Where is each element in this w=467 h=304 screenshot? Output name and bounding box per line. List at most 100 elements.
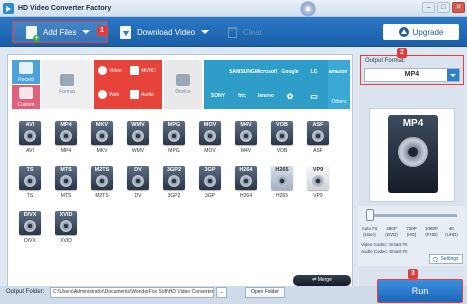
- format-option[interactable]: 3GP 3GP: [196, 166, 224, 200]
- format-option[interactable]: MP4 MP4: [52, 121, 80, 155]
- upgrade-button[interactable]: Upgrade: [383, 24, 459, 40]
- format-option[interactable]: TS TS: [16, 166, 44, 200]
- close-button[interactable]: ✕: [452, 2, 465, 13]
- brand-tv-icon[interactable]: ▭: [302, 88, 326, 104]
- film-reel-icon: [276, 130, 288, 142]
- output-format-select[interactable]: MP4: [364, 68, 460, 82]
- format-option[interactable]: XVID XVID: [52, 211, 80, 245]
- format-option[interactable]: H264 H264: [232, 166, 260, 200]
- browse-button[interactable]: ...: [216, 287, 227, 298]
- category-video-label: Video: [109, 67, 122, 74]
- brand-microsoft[interactable]: Microsoft: [254, 64, 278, 80]
- format-icon: MP4: [55, 121, 77, 145]
- output-folder-label: Output Folder:: [6, 289, 45, 295]
- format-tile-text: 3GP: [204, 167, 216, 173]
- brand-amazon[interactable]: amazon: [326, 64, 350, 80]
- format-label: WMV: [131, 148, 145, 154]
- brand-lg[interactable]: LG: [302, 64, 326, 80]
- resolution-option[interactable]: Auto Fit (User): [361, 226, 378, 238]
- category-device[interactable]: Device: [164, 60, 202, 109]
- brand-lenovo[interactable]: lenovo: [254, 88, 278, 104]
- format-preview: MP4: [369, 108, 455, 202]
- format-tile-text: VOB: [276, 122, 288, 128]
- format-tile-text: H264: [239, 167, 253, 173]
- category-4k-hd[interactable]: 4K/HD: [130, 66, 156, 75]
- add-files-button[interactable]: Add Files: [12, 21, 108, 43]
- minimize-button[interactable]: –: [422, 2, 435, 13]
- format-option[interactable]: H265 H265: [268, 166, 296, 200]
- category-4k-hd-label: 4K/HD: [141, 67, 156, 74]
- disc-icon: [300, 1, 316, 17]
- brand-apple-icon[interactable]: [206, 64, 230, 80]
- merge-button[interactable]: ⇄ Merge: [293, 275, 351, 286]
- film-reel-icon: [276, 175, 288, 187]
- format-option[interactable]: AVI AVI: [16, 121, 44, 155]
- category-format[interactable]: Format: [41, 60, 93, 109]
- format-icon: MKV: [91, 121, 113, 145]
- format-icon: TS: [19, 166, 41, 190]
- download-icon: [120, 25, 131, 39]
- app-logo-icon: [3, 2, 14, 14]
- category-web[interactable]: Web: [98, 90, 119, 99]
- category-video[interactable]: Video: [98, 66, 122, 75]
- format-tile-text: MPG: [167, 122, 181, 128]
- format-type-block: Video 4K/HD Web Audio: [94, 60, 162, 109]
- film-reel-icon: [96, 175, 108, 187]
- brand-samsung[interactable]: SAMSUNG: [229, 64, 255, 80]
- chevron-down-icon[interactable]: [82, 30, 91, 34]
- format-label: M4V: [240, 148, 252, 154]
- resolution-option[interactable]: 1080P (FHD): [423, 226, 440, 238]
- film-reel-icon: [132, 175, 144, 187]
- format-option[interactable]: DIVX DIVX: [16, 211, 44, 245]
- settings-button[interactable]: Settings: [429, 254, 463, 264]
- format-option[interactable]: 3GP2 3GP2: [160, 166, 188, 200]
- format-label: MOV: [204, 148, 216, 154]
- resolution-labels: Auto Fit (User) 480P (DVD) 720P (HD) 1080P(…: [361, 226, 465, 238]
- brand-htc[interactable]: htc: [230, 88, 254, 104]
- resolution-option[interactable]: 720P (HD): [403, 226, 420, 238]
- brand-huawei-icon[interactable]: ✿: [278, 88, 302, 104]
- film-reel-icon: [132, 130, 144, 142]
- format-option[interactable]: ASF ASF: [304, 121, 332, 155]
- run-button[interactable]: Run: [377, 279, 463, 303]
- format-option[interactable]: M2TS M2TS: [88, 166, 116, 200]
- output-folder-input[interactable]: C:\Users\Administrator\Documents\WonderF…: [50, 287, 214, 298]
- film-reel-icon: [24, 220, 36, 232]
- category-custom[interactable]: Custom: [12, 85, 40, 109]
- category-others-label: Others: [331, 99, 347, 105]
- clear-button[interactable]: Clear: [228, 21, 272, 43]
- dropdown-arrow-icon[interactable]: [447, 69, 459, 81]
- callout-badge-3: 3: [408, 269, 418, 279]
- format-label: DV: [134, 193, 142, 199]
- category-audio[interactable]: Audio: [130, 90, 154, 99]
- format-label: H264: [240, 193, 252, 199]
- film-reel-icon: [312, 175, 324, 187]
- brand-sony[interactable]: SONY: [206, 88, 230, 104]
- format-option[interactable]: MPG MPG: [160, 121, 188, 155]
- resolution-option[interactable]: 480P (DVD): [383, 226, 400, 238]
- format-option[interactable]: MTS MTS: [52, 166, 80, 200]
- format-selection-panel: Recent Custom Format Video 4K/HD Web Aud…: [7, 54, 353, 298]
- format-option[interactable]: VOB VOB: [268, 121, 296, 155]
- category-format-label: Format: [59, 89, 75, 95]
- format-option[interactable]: DV DV: [124, 166, 152, 200]
- format-option[interactable]: VP9 VP9: [304, 166, 332, 200]
- category-recent[interactable]: Recent: [12, 60, 40, 84]
- resolution-slider[interactable]: [369, 214, 457, 217]
- open-folder-button[interactable]: Open Folder: [245, 287, 285, 298]
- format-tile-text: MTS: [60, 167, 72, 173]
- film-reel-icon: [60, 130, 72, 142]
- download-video-button[interactable]: Download Video: [120, 21, 212, 43]
- maximize-button[interactable]: □: [437, 2, 450, 13]
- format-option[interactable]: MOV MOV: [196, 121, 224, 155]
- resolution-option[interactable]: 4K (UHD): [443, 226, 460, 238]
- resolution-slider-handle[interactable]: [366, 209, 374, 221]
- format-option[interactable]: M4V M4V: [232, 121, 260, 155]
- brand-google[interactable]: Google: [278, 64, 302, 80]
- format-option[interactable]: WMV WMV: [124, 121, 152, 155]
- settings-label: Settings: [440, 256, 459, 262]
- format-label: MTS: [60, 193, 72, 199]
- format-icon: VOB: [271, 121, 293, 145]
- format-option[interactable]: MKV MKV: [88, 121, 116, 155]
- chevron-down-icon[interactable]: [201, 30, 210, 34]
